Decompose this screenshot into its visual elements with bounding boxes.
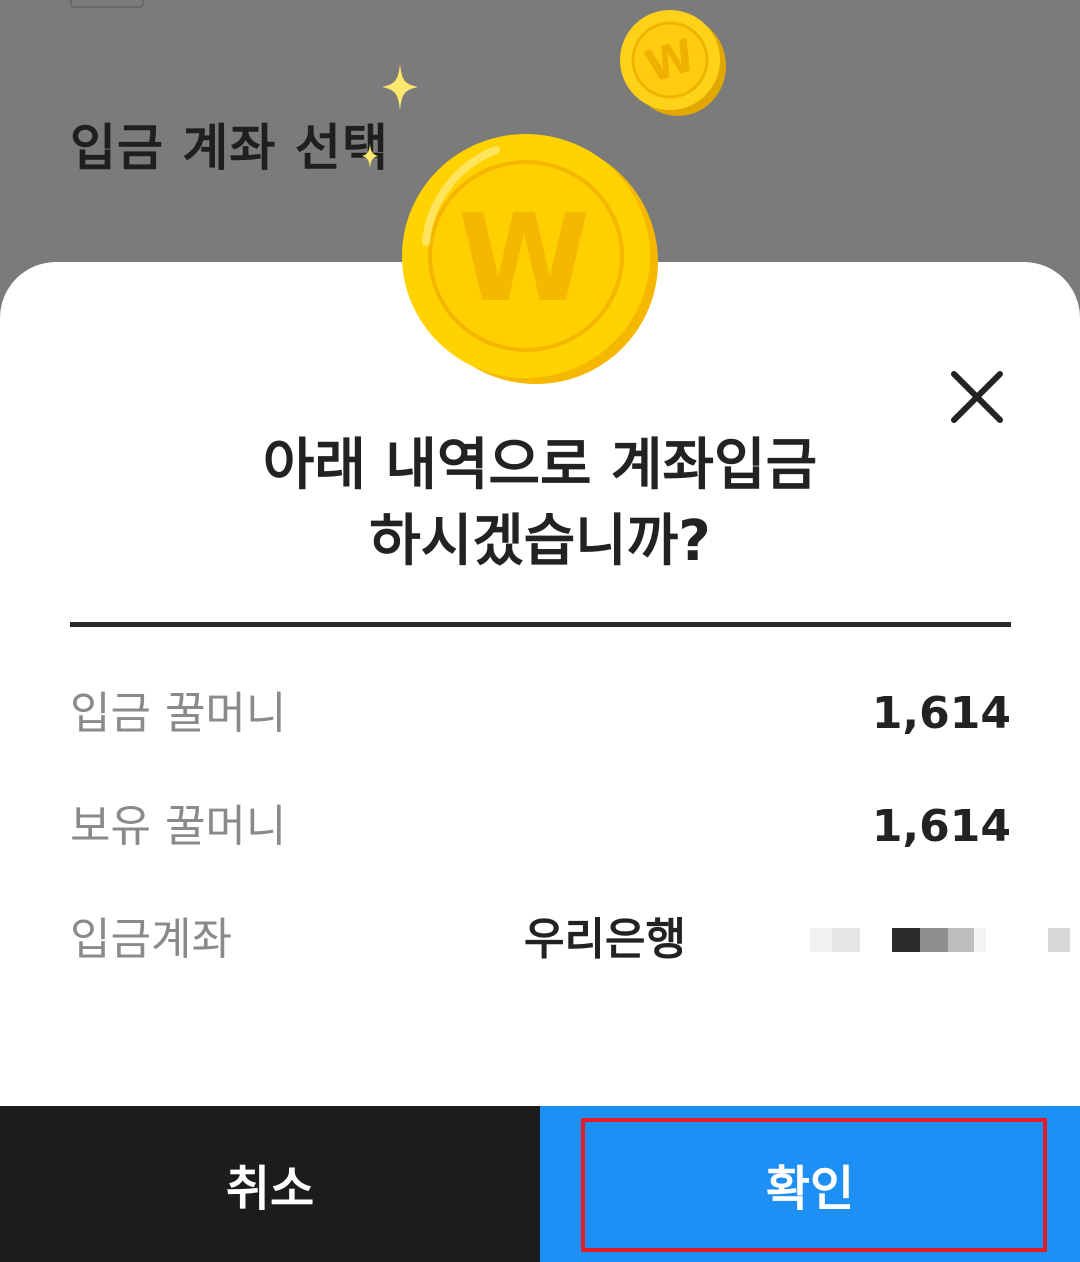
cancel-button[interactable]: 취소 xyxy=(0,1106,540,1262)
screen: 입금 계좌 선택 W W 아래 내역으로 계좌입금 하시겠습니까? 입금 꿀머니… xyxy=(0,0,1080,1262)
dialog-title-line2: 하시겠습니까? xyxy=(369,509,711,574)
sparkle-icon xyxy=(382,64,418,110)
deposit-amount-row: 입금 꿀머니 1,614 xyxy=(70,684,1011,744)
sparkle-small-icon xyxy=(362,144,378,168)
deposit-amount-value: 1,614 xyxy=(871,688,1011,739)
close-button[interactable] xyxy=(940,360,1014,434)
held-amount-row: 보유 꿀머니 1,614 xyxy=(70,797,1011,857)
dialog-title-line1: 아래 내역으로 계좌입금 xyxy=(262,433,818,498)
held-amount-value: 1,614 xyxy=(871,801,1011,852)
account-number-blurred xyxy=(770,928,1070,958)
close-icon xyxy=(951,371,1003,423)
held-amount-label: 보유 꿀머니 xyxy=(70,801,287,852)
confirm-button[interactable]: 확인 xyxy=(540,1106,1080,1262)
deposit-account-label: 입금계좌 xyxy=(70,914,232,965)
coin-icon: W xyxy=(402,134,658,384)
deposit-account-row: 입금계좌 우리은행 xyxy=(70,910,1070,970)
top-stub xyxy=(70,0,144,8)
dialog-title: 아래 내역으로 계좌입금 하시겠습니까? xyxy=(0,428,1080,580)
coin-small-icon: W xyxy=(620,10,726,116)
page-title: 입금 계좌 선택 xyxy=(70,119,389,177)
divider xyxy=(70,622,1011,627)
deposit-amount-label: 입금 꿀머니 xyxy=(70,688,287,739)
bank-name: 우리은행 xyxy=(524,914,686,965)
coin-letter-big: W xyxy=(458,190,590,329)
